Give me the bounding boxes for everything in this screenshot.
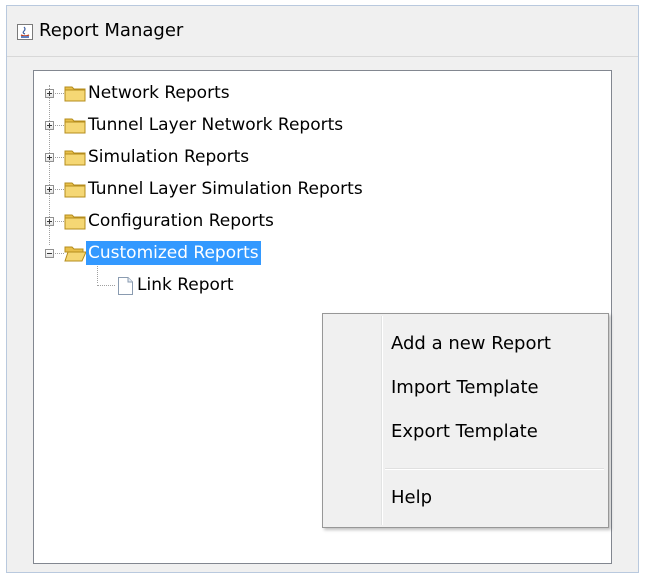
- window-title: Report Manager: [39, 20, 184, 41]
- tree-node-customized-reports[interactable]: Customized Reports: [34, 239, 434, 269]
- expand-icon[interactable]: [45, 217, 54, 226]
- folder-icon: [64, 86, 86, 102]
- expand-icon[interactable]: [45, 185, 54, 194]
- tree-node-label: Network Reports: [88, 83, 230, 103]
- java-app-icon: [17, 24, 33, 40]
- tree-connector: [55, 189, 64, 190]
- tree-node-label: Simulation Reports: [88, 147, 250, 167]
- title-bar: Report Manager: [7, 6, 638, 57]
- menu-item-add-new-report[interactable]: Add a new Report: [325, 324, 606, 364]
- expand-icon[interactable]: [45, 121, 54, 130]
- menu-item-label: Export Template: [391, 421, 538, 442]
- tree-node-tunnel-layer-simulation-reports[interactable]: Tunnel Layer Simulation Reports: [34, 175, 454, 205]
- tree-node-network-reports[interactable]: Network Reports: [34, 79, 434, 109]
- tree-connector: [97, 285, 115, 286]
- tree-node-label: Tunnel Layer Network Reports: [88, 115, 344, 135]
- tree-node-label: Link Report: [137, 275, 234, 295]
- tree-node-label: Customized Reports: [86, 241, 261, 265]
- folder-icon: [64, 214, 86, 230]
- tree-connector: [55, 253, 64, 254]
- tree-connector: [55, 93, 64, 94]
- tree-node-tunnel-layer-network-reports[interactable]: Tunnel Layer Network Reports: [34, 111, 434, 141]
- collapse-icon[interactable]: [45, 249, 54, 258]
- expand-icon[interactable]: [45, 89, 54, 98]
- tree-node-link-report[interactable]: Link Report: [34, 271, 334, 301]
- context-menu: Add a new Report Import Template Export …: [322, 313, 609, 528]
- menu-item-import-template[interactable]: Import Template: [325, 368, 606, 408]
- tree-connector: [55, 125, 64, 126]
- file-icon: [118, 277, 133, 295]
- report-manager-window: Report Manager Network Reports Tunnel La…: [6, 5, 639, 573]
- menu-item-export-template[interactable]: Export Template: [325, 412, 606, 452]
- report-tree-panel[interactable]: Network Reports Tunnel Layer Network Rep…: [33, 70, 612, 564]
- tree-node-configuration-reports[interactable]: Configuration Reports: [34, 207, 434, 237]
- menu-item-help[interactable]: Help: [325, 478, 606, 518]
- menu-item-label: Help: [391, 487, 433, 508]
- menu-item-label: Add a new Report: [391, 333, 551, 354]
- folder-open-icon: [64, 246, 86, 262]
- folder-icon: [64, 150, 86, 166]
- folder-icon: [64, 182, 86, 198]
- tree-node-label: Configuration Reports: [88, 211, 274, 231]
- expand-icon[interactable]: [45, 153, 54, 162]
- menu-separator: [385, 468, 604, 470]
- tree-node-label: Tunnel Layer Simulation Reports: [88, 179, 363, 199]
- tree-connector: [55, 221, 64, 222]
- tree-node-simulation-reports[interactable]: Simulation Reports: [34, 143, 434, 173]
- folder-icon: [64, 118, 86, 134]
- menu-item-label: Import Template: [391, 377, 539, 398]
- tree-connector: [55, 157, 64, 158]
